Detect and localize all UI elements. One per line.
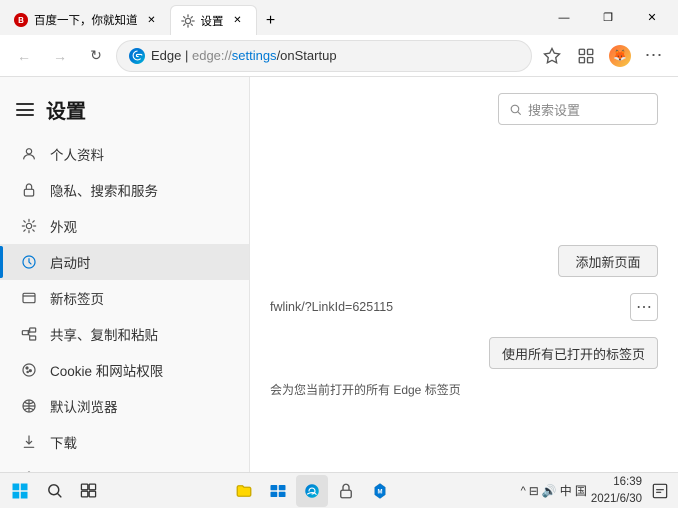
use-tabs-button[interactable]: 使用所有已打开的标签页 [489,337,658,369]
tab-settings[interactable]: 设置 ✕ [170,5,257,35]
tray-ime-icon[interactable]: 中 [560,482,572,499]
navbar: ← → ↻ Edge | edge://settings/onStartup [0,35,678,77]
sidebar-item-startup[interactable]: 启动时 [0,244,249,280]
address-bar[interactable]: Edge | edge://settings/onStartup [116,40,532,72]
tray-network-icon[interactable]: ⊟ [529,484,539,498]
downloads-icon [20,433,38,451]
taskbar-file-explorer[interactable] [262,475,294,507]
favorites-icon[interactable] [536,40,568,72]
default-browser-icon [20,397,38,415]
sidebar-item-family[interactable]: 家庭安全 [0,460,249,472]
search-taskbar-button[interactable] [38,475,70,507]
lock-icon [20,181,38,199]
sidebar-item-appearance-label: 外观 [50,216,77,236]
more-options-icon[interactable]: ⋯ [638,40,670,72]
taskbar-left [4,475,104,507]
hint-text: 会为您当前打开的所有 Edge 标签页 [270,383,461,397]
tab-settings-title: 设置 [201,13,224,29]
sidebar-item-browser-label: 默认浏览器 [50,396,118,416]
content-area: 添加新页面 fwlink/?LinkId=625115 ⋯ 使用所有已打开的标签… [270,245,658,399]
back-button[interactable]: ← [8,40,40,72]
titlebar: B 百度一下，你就知道 ✕ 设置 ✕ + — ❐ ✕ [0,0,678,35]
maximize-button[interactable]: ❐ [586,0,630,35]
sidebar-item-cookies[interactable]: Cookie 和网站权限 [0,352,249,388]
settings-search-bar[interactable]: 搜索设置 [498,93,658,125]
sidebar-item-newtab-label: 新标签页 [50,288,104,308]
share-icon [20,325,38,343]
sidebar-item-downloads-label: 下载 [50,432,77,452]
more-button[interactable]: ⋯ [630,293,658,321]
sidebar-item-appearance[interactable]: 外观 [0,208,249,244]
newtab-icon [20,289,38,307]
tray-ime2-icon[interactable]: 国 [575,482,587,499]
settings-favicon [181,14,195,28]
hamburger-menu[interactable] [16,103,34,116]
sidebar-item-profile[interactable]: 个人资料 [0,136,249,172]
taskbar-store[interactable]: M [364,475,396,507]
startup-icon [20,253,38,271]
new-tab-button[interactable]: + [257,7,285,35]
hint-row: 会为您当前打开的所有 Edge 标签页 [270,381,658,399]
edge-logo-icon [129,48,145,64]
close-button[interactable]: ✕ [630,0,674,35]
tab-bar: B 百度一下，你就知道 ✕ 设置 ✕ + [4,0,534,35]
settings-content: 搜索设置 添加新页面 fwlink/?LinkId=625115 ⋯ 使用所有已… [250,77,678,472]
sidebar-item-newtab[interactable]: 新标签页 [0,280,249,316]
profile-icon[interactable]: 🦊 [604,40,636,72]
taskbar-right: ^ ⊟ 🔊 中 国 16:39 2021/6/30 [521,474,674,506]
search-placeholder: 搜索设置 [528,100,580,119]
profile-icon [20,145,38,163]
search-bar-container: 搜索设置 [270,93,658,125]
clock-time: 16:39 [591,474,642,490]
link-row: fwlink/?LinkId=625115 ⋯ [270,289,658,325]
start-button[interactable] [4,475,36,507]
add-new-page-button[interactable]: 添加新页面 [558,245,658,277]
sidebar-item-downloads[interactable]: 下载 [0,424,249,460]
tab-baidu-title: 百度一下，你就知道 [34,12,138,28]
appearance-icon [20,217,38,235]
toolbar-icons: 🦊 ⋯ [536,40,670,72]
tab-settings-close[interactable]: ✕ [230,13,246,29]
sidebar-item-cookies-label: Cookie 和网站权限 [50,360,163,380]
baidu-favicon: B [14,13,28,27]
clock-date: 2021/6/30 [591,491,642,507]
use-tabs-row: 使用所有已打开的标签页 [270,337,658,369]
system-tray: ^ ⊟ 🔊 中 国 [521,482,587,499]
notification-button[interactable] [646,477,674,505]
svg-text:M: M [378,489,383,495]
address-text: Edge | edge://settings/onStartup [151,48,337,63]
tray-caret-icon[interactable]: ^ [521,485,526,497]
cookies-icon [20,361,38,379]
link-text: fwlink/?LinkId=625115 [270,300,393,314]
sidebar-header: 设置 [0,87,249,136]
tab-baidu-close[interactable]: ✕ [144,12,160,28]
add-page-row: 添加新页面 [270,245,658,277]
taskbar-security[interactable] [330,475,362,507]
clock[interactable]: 16:39 2021/6/30 [591,474,642,506]
window-controls: — ❐ ✕ [542,0,674,35]
tray-volume-icon[interactable]: 🔊 [542,484,557,498]
taskbar: M ^ ⊟ 🔊 中 国 16:39 2021/6/30 [0,472,678,508]
sidebar-item-privacy-label: 隐私、搜索和服务 [50,180,158,200]
task-view-button[interactable] [72,475,104,507]
collections-icon[interactable] [570,40,602,72]
taskbar-file-manager[interactable] [228,475,260,507]
forward-button[interactable]: → [44,40,76,72]
sidebar-item-startup-label: 启动时 [50,252,91,272]
sidebar-item-share-label: 共享、复制和粘贴 [50,324,158,344]
refresh-button[interactable]: ↻ [80,40,112,72]
sidebar: 设置 个人资料 隐私、搜索和服务 [0,77,250,472]
taskbar-center: M [104,475,521,507]
sidebar-item-browser[interactable]: 默认浏览器 [0,388,249,424]
minimize-button[interactable]: — [542,0,586,35]
sidebar-item-profile-label: 个人资料 [50,144,104,164]
sidebar-item-share[interactable]: 共享、复制和粘贴 [0,316,249,352]
taskbar-edge-browser[interactable] [296,475,328,507]
sidebar-title: 设置 [46,95,86,124]
main-content: 设置 个人资料 隐私、搜索和服务 [0,77,678,472]
sidebar-item-privacy[interactable]: 隐私、搜索和服务 [0,172,249,208]
tab-baidu[interactable]: B 百度一下，你就知道 ✕ [4,5,170,35]
